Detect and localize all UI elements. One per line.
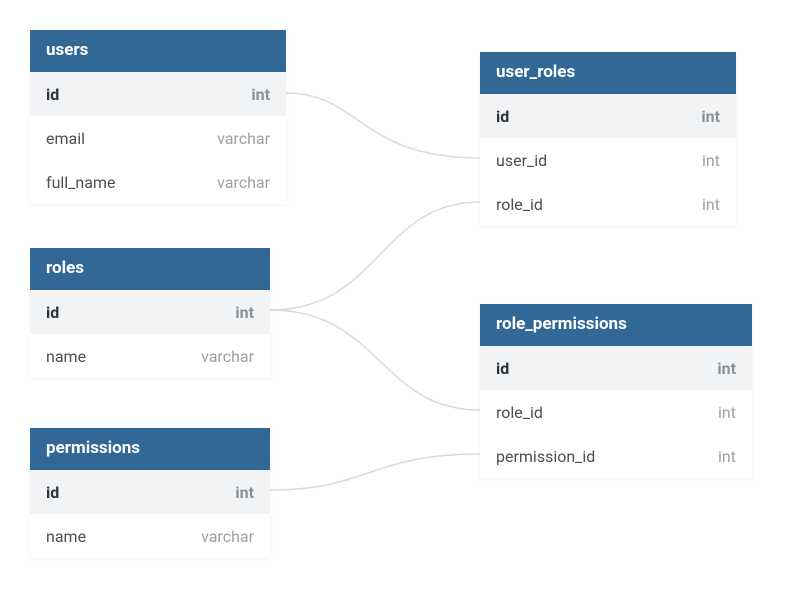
rel-permissions-to-role-permissions bbox=[270, 454, 480, 490]
table-header: role_permissions bbox=[480, 304, 752, 346]
table-role-permissions[interactable]: role_permissions id int role_id int perm… bbox=[480, 304, 752, 478]
column-name: id bbox=[496, 359, 509, 378]
table-header: permissions bbox=[30, 428, 270, 470]
table-row: id int bbox=[30, 470, 270, 514]
column-type: varchar bbox=[217, 173, 270, 192]
table-row: id int bbox=[480, 346, 752, 390]
column-type: int bbox=[701, 107, 720, 126]
rel-users-to-user-roles bbox=[286, 93, 480, 158]
column-name: name bbox=[46, 347, 86, 366]
column-type: int bbox=[235, 483, 254, 502]
table-header: user_roles bbox=[480, 52, 736, 94]
column-name: id bbox=[46, 85, 59, 104]
table-row: id int bbox=[30, 72, 286, 116]
column-type: varchar bbox=[217, 129, 270, 148]
table-roles[interactable]: roles id int name varchar bbox=[30, 248, 270, 378]
table-row: id int bbox=[480, 94, 736, 138]
table-row: full_name varchar bbox=[30, 160, 286, 204]
column-type: int bbox=[702, 151, 720, 170]
table-row: name varchar bbox=[30, 334, 270, 378]
column-type: int bbox=[718, 403, 736, 422]
table-row: user_id int bbox=[480, 138, 736, 182]
er-diagram-canvas: users id int email varchar full_name var… bbox=[0, 0, 807, 598]
column-type: int bbox=[718, 447, 736, 466]
rel-roles-to-role-permissions bbox=[270, 310, 480, 410]
column-type: int bbox=[235, 303, 254, 322]
column-type: int bbox=[717, 359, 736, 378]
table-header: users bbox=[30, 30, 286, 72]
table-row: id int bbox=[30, 290, 270, 334]
table-row: role_id int bbox=[480, 182, 736, 226]
column-name: name bbox=[46, 527, 86, 546]
table-header: roles bbox=[30, 248, 270, 290]
column-name: id bbox=[46, 483, 59, 502]
column-type: varchar bbox=[201, 527, 254, 546]
column-type: varchar bbox=[201, 347, 254, 366]
column-name: user_id bbox=[496, 151, 547, 170]
table-row: name varchar bbox=[30, 514, 270, 558]
column-name: full_name bbox=[46, 173, 115, 192]
column-name: role_id bbox=[496, 403, 543, 422]
table-row: role_id int bbox=[480, 390, 752, 434]
column-name: id bbox=[46, 303, 59, 322]
table-row: permission_id int bbox=[480, 434, 752, 478]
column-name: role_id bbox=[496, 195, 543, 214]
table-row: email varchar bbox=[30, 116, 286, 160]
column-type: int bbox=[702, 195, 720, 214]
table-permissions[interactable]: permissions id int name varchar bbox=[30, 428, 270, 558]
table-users[interactable]: users id int email varchar full_name var… bbox=[30, 30, 286, 204]
rel-roles-to-user-roles bbox=[270, 202, 480, 310]
column-name: email bbox=[46, 129, 85, 148]
table-user-roles[interactable]: user_roles id int user_id int role_id in… bbox=[480, 52, 736, 226]
column-name: id bbox=[496, 107, 509, 126]
column-type: int bbox=[251, 85, 270, 104]
column-name: permission_id bbox=[496, 447, 595, 466]
